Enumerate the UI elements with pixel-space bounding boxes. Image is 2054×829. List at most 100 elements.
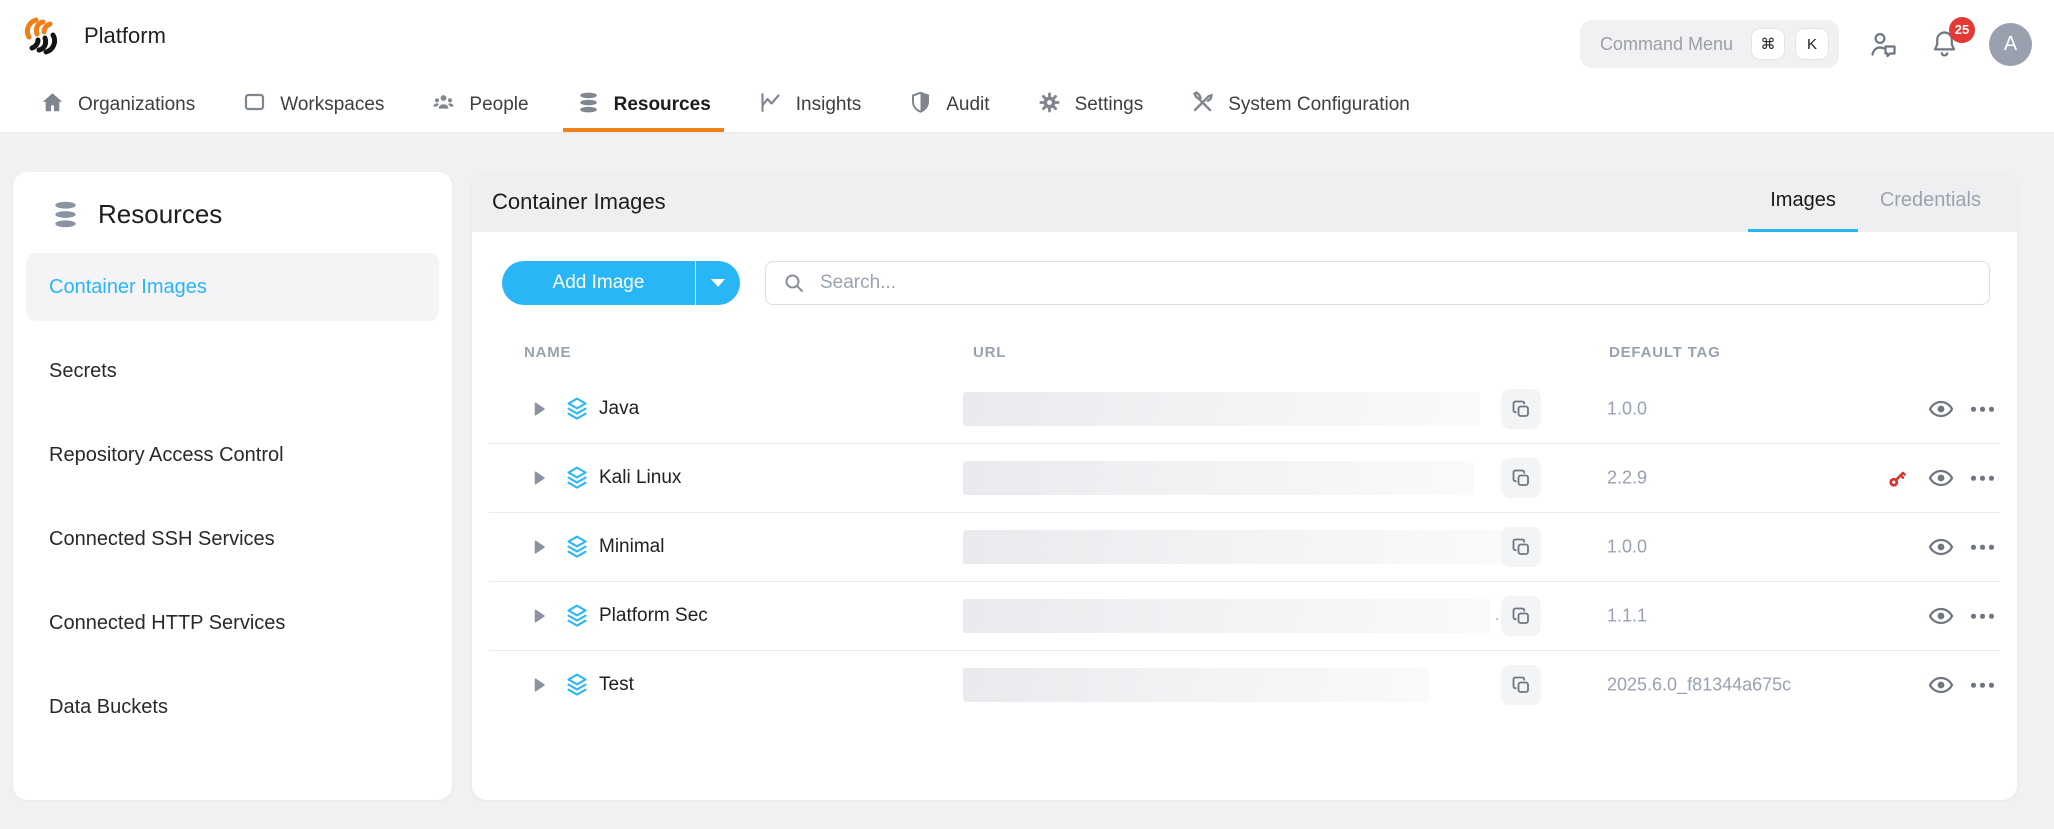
sidebar-item-connected-ssh-services[interactable]: Connected SSH Services	[26, 505, 439, 573]
default-tag-value: 2025.6.0_f81344a675c	[1607, 675, 1791, 696]
container-image-layers-icon	[563, 464, 591, 492]
container-image-layers-icon	[563, 533, 591, 561]
row-actions-button[interactable]	[1971, 470, 1994, 487]
view-image-button[interactable]	[1927, 602, 1955, 630]
copy-url-button[interactable]	[1501, 596, 1541, 636]
topbar-actions: Command Menu ⌘ K	[1580, 20, 2032, 68]
sidebar-item-container-images[interactable]: Container Images	[26, 253, 439, 321]
image-name: Test	[599, 674, 634, 696]
eye-icon	[1927, 671, 1955, 699]
search-input[interactable]	[765, 261, 1990, 305]
table-row-platform-sec: Platform Sec ... 1.1.1	[489, 581, 2000, 650]
image-url-redacted	[963, 461, 1475, 495]
k-key-badge: K	[1795, 28, 1829, 60]
default-tag-value: 2.2.9	[1607, 468, 1647, 489]
eye-icon	[1927, 464, 1955, 492]
image-url-redacted	[963, 599, 1491, 633]
add-image-dropdown-button[interactable]	[696, 261, 740, 305]
command-menu-button[interactable]: Command Menu ⌘ K	[1580, 20, 1839, 68]
user-avatar[interactable]: A	[1989, 23, 2032, 66]
default-tag-value: 1.0.0	[1607, 537, 1647, 558]
image-url-redacted	[963, 668, 1429, 702]
expand-row-button[interactable]	[529, 606, 549, 626]
nav-item-settings[interactable]: Settings	[1037, 78, 1144, 132]
table-row-minimal: Minimal 1.0.0	[489, 512, 2000, 581]
default-tag-value: 1.1.1	[1607, 606, 1647, 627]
people-icon	[431, 90, 456, 120]
row-actions-button[interactable]	[1971, 539, 1994, 556]
command-menu-label: Command Menu	[1600, 34, 1733, 55]
nav-item-audit[interactable]: Audit	[908, 78, 989, 132]
panel-header: Container Images ImagesCredentials	[472, 172, 2017, 232]
notification-count-badge: 25	[1949, 17, 1975, 43]
column-header-default-tag: DEFAULT TAG	[1609, 344, 1721, 361]
expand-row-button[interactable]	[529, 468, 549, 488]
database-icon	[50, 199, 81, 230]
chevron-right-icon	[529, 468, 549, 488]
copy-url-button[interactable]	[1501, 665, 1541, 705]
insights-icon	[758, 90, 783, 120]
copy-icon	[1511, 399, 1532, 420]
system-configuration-icon	[1190, 90, 1215, 120]
person-chat-icon	[1867, 28, 1900, 61]
image-name: Minimal	[599, 536, 664, 558]
chevron-right-icon	[529, 675, 549, 695]
view-image-button[interactable]	[1927, 395, 1955, 423]
copy-url-button[interactable]	[1501, 389, 1541, 429]
sidebar-item-connected-http-services[interactable]: Connected HTTP Services	[26, 589, 439, 657]
view-image-button[interactable]	[1927, 533, 1955, 561]
chevron-right-icon	[529, 537, 549, 557]
chevron-right-icon	[529, 399, 549, 419]
expand-row-button[interactable]	[529, 537, 549, 557]
image-url-redacted	[963, 392, 1480, 426]
expand-row-button[interactable]	[529, 675, 549, 695]
view-image-button[interactable]	[1927, 671, 1955, 699]
eye-icon	[1927, 533, 1955, 561]
sidebar-item-secrets[interactable]: Secrets	[26, 337, 439, 405]
tab-images[interactable]: Images	[1748, 172, 1858, 232]
nav-item-insights[interactable]: Insights	[758, 78, 861, 132]
nav-item-people[interactable]: People	[431, 78, 528, 132]
copy-url-button[interactable]	[1501, 527, 1541, 567]
screen: Platform Command Menu ⌘ K	[0, 0, 2054, 829]
container-image-layers-icon	[563, 602, 591, 630]
toolbar: Add Image	[502, 261, 1990, 305]
nav-item-workspaces[interactable]: Workspaces	[242, 78, 384, 132]
copy-url-button[interactable]	[1501, 458, 1541, 498]
settings-icon	[1037, 90, 1062, 120]
eye-icon	[1927, 602, 1955, 630]
tab-credentials[interactable]: Credentials	[1858, 172, 2003, 232]
notifications-button[interactable]: 25	[1928, 28, 1961, 61]
sidebar-item-repository-access-control[interactable]: Repository Access Control	[26, 421, 439, 489]
support-contact-button[interactable]	[1867, 28, 1900, 61]
audit-icon	[908, 90, 933, 120]
table-header: NAME URL DEFAULT TAG	[489, 329, 2000, 375]
table-body: Java 1.0.0	[489, 375, 2000, 719]
row-actions-button[interactable]	[1971, 401, 1994, 418]
nav-item-system-configuration[interactable]: System Configuration	[1190, 78, 1410, 132]
view-image-button[interactable]	[1927, 464, 1955, 492]
sidebar-list: Container Images Secrets Repository Access…	[13, 253, 452, 741]
images-table: NAME URL DEFAULT TAG Java	[489, 329, 2000, 719]
home-icon	[40, 90, 65, 120]
nav-item-resources[interactable]: Resources	[576, 78, 711, 132]
image-name: Java	[599, 398, 639, 420]
sidebar-item-data-buckets[interactable]: Data Buckets	[26, 673, 439, 741]
table-row-java: Java 1.0.0	[489, 375, 2000, 443]
copy-icon	[1511, 537, 1532, 558]
resources-icon	[576, 90, 601, 120]
command-key-badge: ⌘	[1751, 28, 1785, 60]
add-image-button[interactable]: Add Image	[502, 261, 695, 305]
expand-row-button[interactable]	[529, 399, 549, 419]
nav-item-organizations[interactable]: Organizations	[40, 78, 195, 132]
top-bar: Platform Command Menu ⌘ K	[0, 0, 2054, 133]
sidebar-header: Resources	[13, 172, 452, 230]
add-image-split-button: Add Image	[502, 261, 740, 305]
image-url-redacted	[963, 530, 1503, 564]
access-key-icon	[1885, 465, 1911, 491]
row-actions-button[interactable]	[1971, 608, 1994, 625]
row-actions-button[interactable]	[1971, 677, 1994, 694]
chevron-down-icon	[711, 279, 725, 287]
primary-nav: Organizations Workspaces People Resource…	[40, 78, 2054, 132]
eye-icon	[1927, 395, 1955, 423]
